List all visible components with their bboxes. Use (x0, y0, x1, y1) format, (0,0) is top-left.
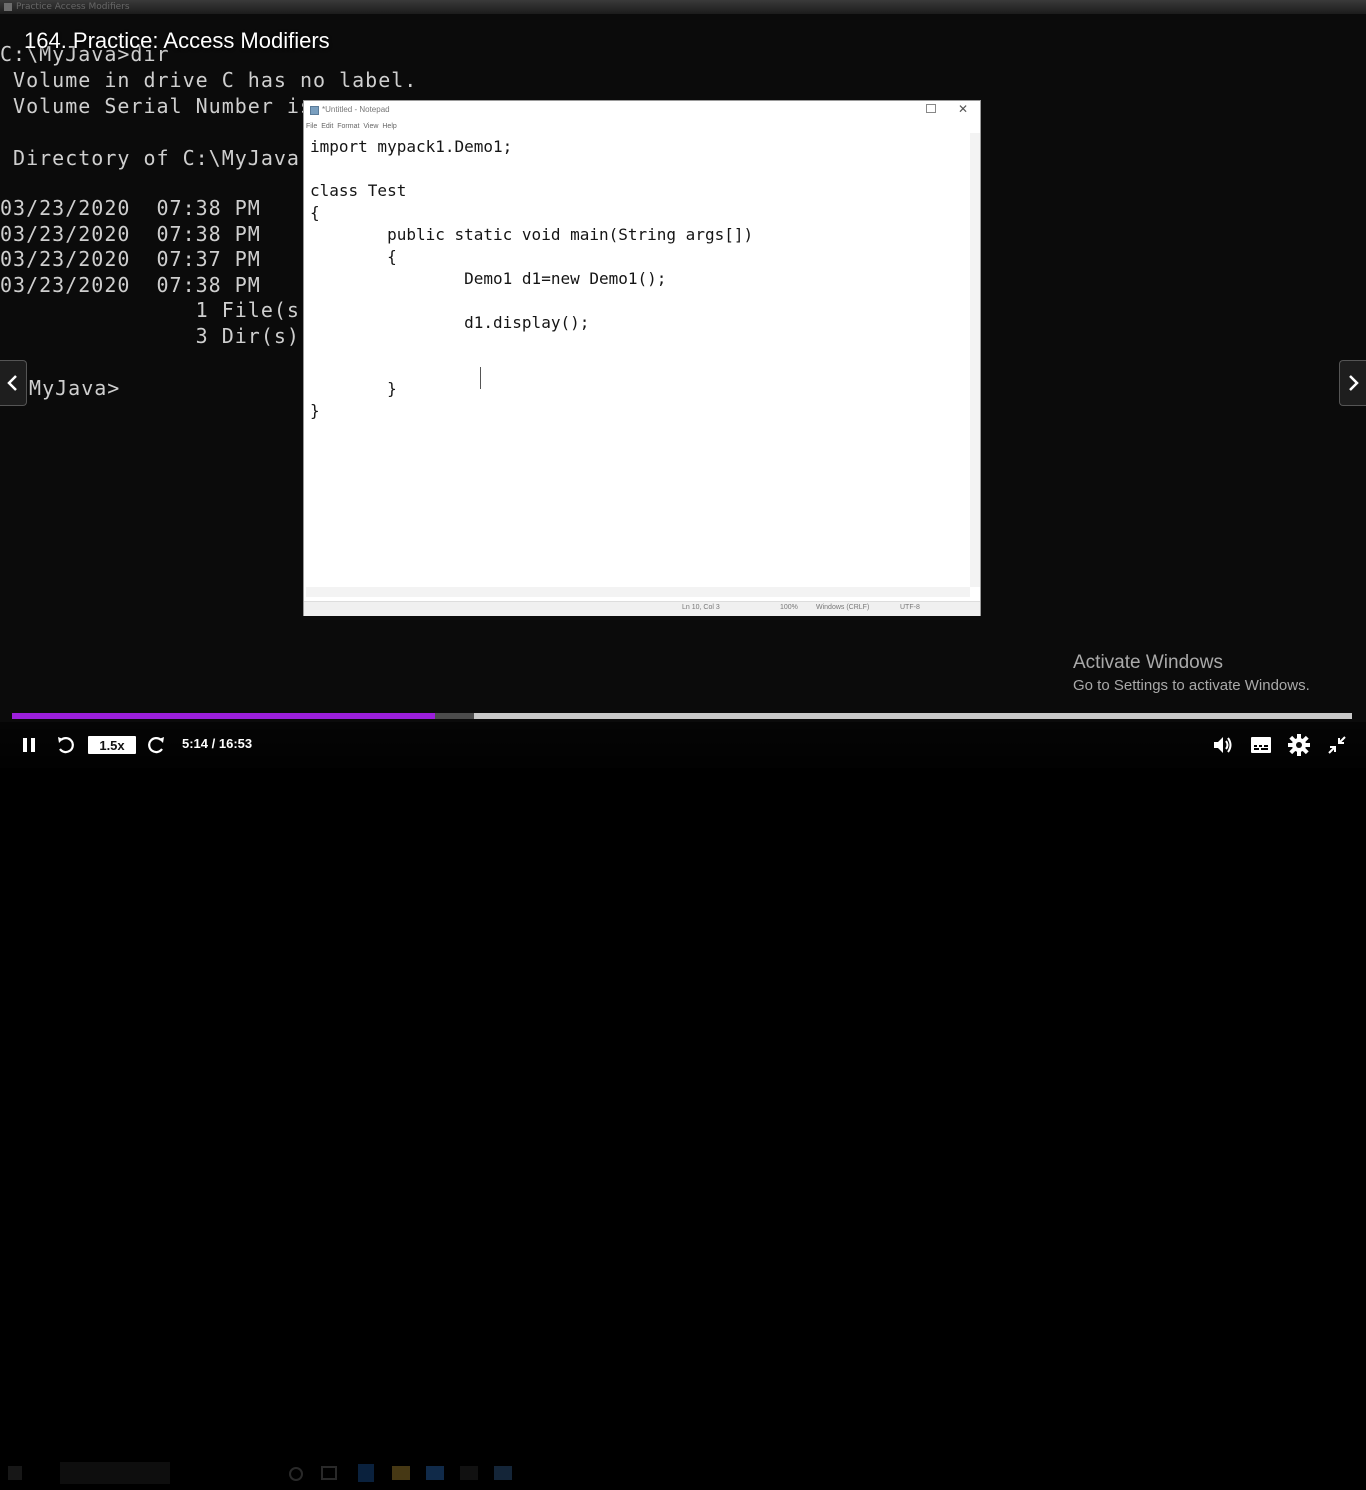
volume-icon (1214, 737, 1232, 753)
code-line: import mypack1.Demo1; (310, 137, 513, 156)
code-line: Demo1 d1=new Demo1(); (310, 269, 667, 288)
activate-windows-title: Activate Windows (1073, 652, 1223, 673)
notepad-vertical-scrollbar (970, 133, 980, 587)
video-title: 164. Practice: Access Modifiers (24, 28, 330, 53)
close-icon: ✕ (958, 102, 969, 116)
volume-button[interactable] (1210, 734, 1236, 756)
status-position: Ln 10, Col 3 (682, 604, 720, 611)
cmd-line: Directory of C:\MyJava (0, 146, 300, 170)
cmd-line: Volume Serial Number is (0, 94, 313, 118)
progress-unbuffered (474, 713, 1352, 719)
status-line-endings: Windows (CRLF) (816, 604, 870, 611)
menu-file: File (306, 123, 318, 130)
cmd-prompt-line: \MyJava> (16, 376, 121, 400)
forward-button[interactable] (144, 733, 168, 757)
video-top-strip: Practice Access Modifiers (0, 0, 1366, 14)
cmd-line: 03/23/2020 07:37 PM (0, 247, 261, 271)
menu-view: View (363, 123, 379, 130)
code-line: } (310, 379, 397, 398)
code-line: class Test (310, 181, 407, 200)
chevron-right-icon (1349, 375, 1359, 391)
status-encoding: UTF-8 (900, 604, 920, 611)
previous-lecture-button[interactable] (0, 360, 27, 406)
text-caret (480, 367, 481, 389)
cmd-line: 3 Dir(s) (0, 324, 300, 348)
code-line: { (310, 203, 320, 222)
playback-speed-button[interactable]: 1.5x (88, 736, 136, 754)
cmd-line: 03/23/2020 07:38 PM (0, 196, 261, 220)
time-display: 5:14 / 16:53 (182, 736, 253, 751)
code-line: } (310, 401, 320, 420)
menu-help: Help (382, 123, 397, 130)
settings-button[interactable] (1286, 733, 1312, 757)
cmd-line: Volume in drive C has no label. (0, 68, 418, 92)
notepad-title: *Untitled - Notepad (322, 105, 390, 114)
notepad-window: *Untitled - Notepad ✕ File Edit Format V… (303, 100, 981, 616)
notepad-icon (310, 106, 319, 115)
menu-format: Format (337, 123, 360, 130)
progress-played (12, 713, 435, 719)
code-line: { (310, 247, 397, 266)
pause-button[interactable] (18, 735, 40, 755)
code-line: d1.display(); (310, 313, 590, 332)
notepad-titlebar: *Untitled - Notepad ✕ (304, 101, 980, 119)
forward-icon (148, 737, 164, 754)
chevron-left-icon (7, 375, 17, 391)
rewind-icon (58, 737, 74, 754)
code-line: public static void main(String args[]) (310, 225, 754, 244)
gear-icon (1288, 734, 1310, 756)
taskbar-ghost (8, 1462, 512, 1484)
rewind-button[interactable] (54, 733, 78, 757)
next-lecture-button[interactable] (1339, 360, 1366, 406)
exit-fullscreen-button[interactable] (1324, 734, 1350, 756)
maximize-icon (926, 104, 936, 113)
exit-fullscreen-icon (1328, 736, 1346, 754)
activate-windows-subtitle: Go to Settings to activate Windows. (1073, 677, 1310, 694)
cmd-line: 03/23/2020 07:38 PM (0, 273, 261, 297)
cmd-line: 03/23/2020 07:38 PM (0, 222, 261, 246)
top-strip-text: Practice Access Modifiers (16, 2, 130, 12)
captions-button[interactable] (1248, 734, 1274, 756)
command-prompt: C:\MyJava>dir Volume in drive C has no l… (0, 40, 416, 430)
pause-icon (23, 738, 35, 752)
cmd-line: 1 File(s) (0, 298, 313, 322)
notepad-text-area: import mypack1.Demo1; class Test { publi… (310, 135, 970, 585)
video-frame[interactable]: Practice Access Modifiers C:\MyJava>dir … (0, 0, 1366, 768)
notepad-horizontal-scrollbar (306, 587, 970, 597)
progress-bar[interactable] (12, 713, 1352, 719)
notepad-menubar: File Edit Format View Help (306, 123, 397, 130)
notepad-statusbar: Ln 10, Col 3 100% Windows (CRLF) UTF-8 (304, 601, 980, 616)
status-zoom: 100% (780, 604, 798, 611)
window-icon (4, 3, 12, 11)
menu-edit: Edit (321, 123, 334, 130)
captions-icon (1251, 737, 1271, 753)
